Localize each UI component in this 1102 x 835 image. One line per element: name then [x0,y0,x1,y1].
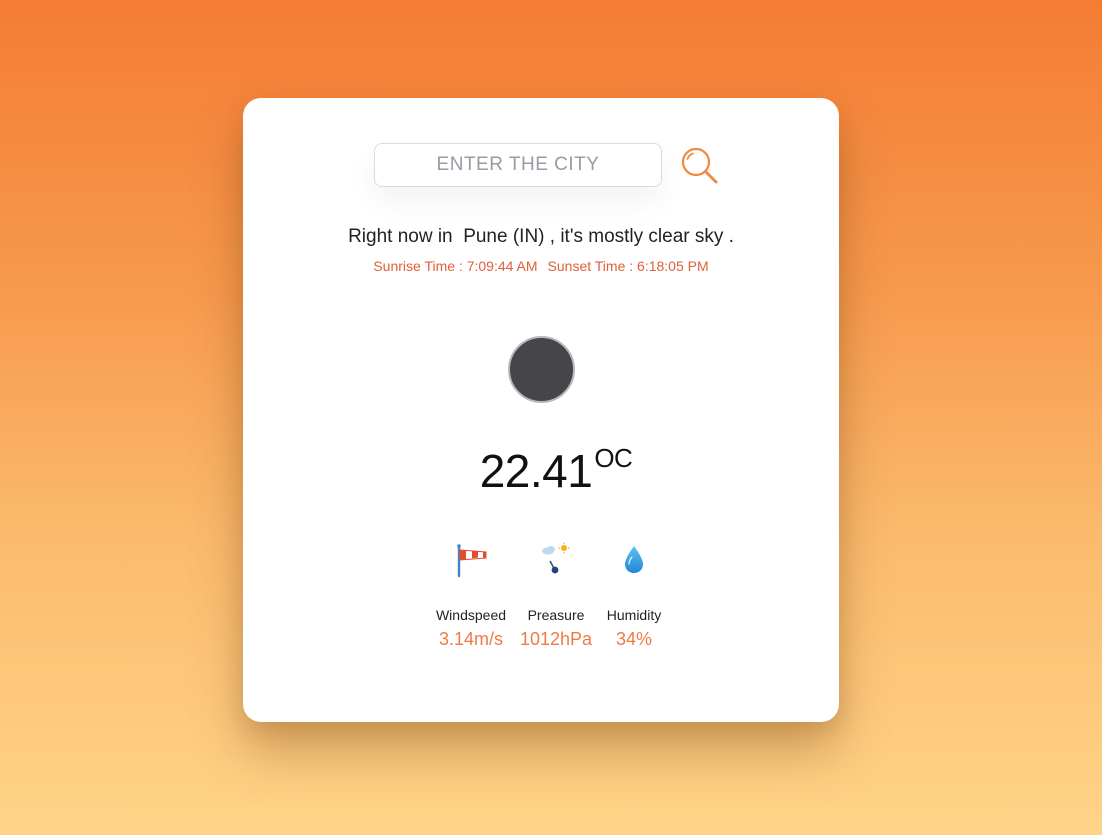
search-button[interactable] [680,146,720,186]
weather-summary: Right now in Pune (IN) , it's mostly cle… [243,226,839,248]
weather-card: Right now in Pune (IN) , it's mostly cle… [243,98,839,722]
stat-label: Windspeed [435,607,507,623]
pressure-gauge-icon [542,542,570,574]
city-search-input[interactable] [374,143,662,187]
windsock-icon [457,544,487,578]
summary-prefix: Right now in [348,226,453,247]
search-bar [374,143,719,187]
weather-condition-icon [508,336,575,403]
stat-windspeed: Windspeed 3.14m/s [426,542,516,650]
stat-humidity: Humidity 34% [589,542,679,650]
summary-suffix: , it's mostly clear sky . [549,226,734,247]
temperature-unit: OC [594,443,633,473]
sunset-time: Sunset Time : 6:18:05 PM [547,258,709,274]
stat-value: 34% [615,629,653,649]
sun-times: Sunrise Time : 7:09:44 AM Sunset Time : 6… [243,258,839,274]
stat-value: 3.14m/s [438,629,504,649]
stat-label: Humidity [606,607,662,623]
search-icon [681,147,718,184]
city-name: Pune (IN) [463,226,545,247]
water-drop-icon [625,546,643,573]
temperature-value: 22.41 [479,445,593,497]
temperature-display: 22.41OC [243,443,869,498]
stat-label: Preasure [527,607,585,623]
stat-value: 1012hPa [519,629,593,649]
stat-pressure: Preasure 1012hPa [511,542,601,650]
sunrise-time: Sunrise Time : 7:09:44 AM [373,258,538,274]
